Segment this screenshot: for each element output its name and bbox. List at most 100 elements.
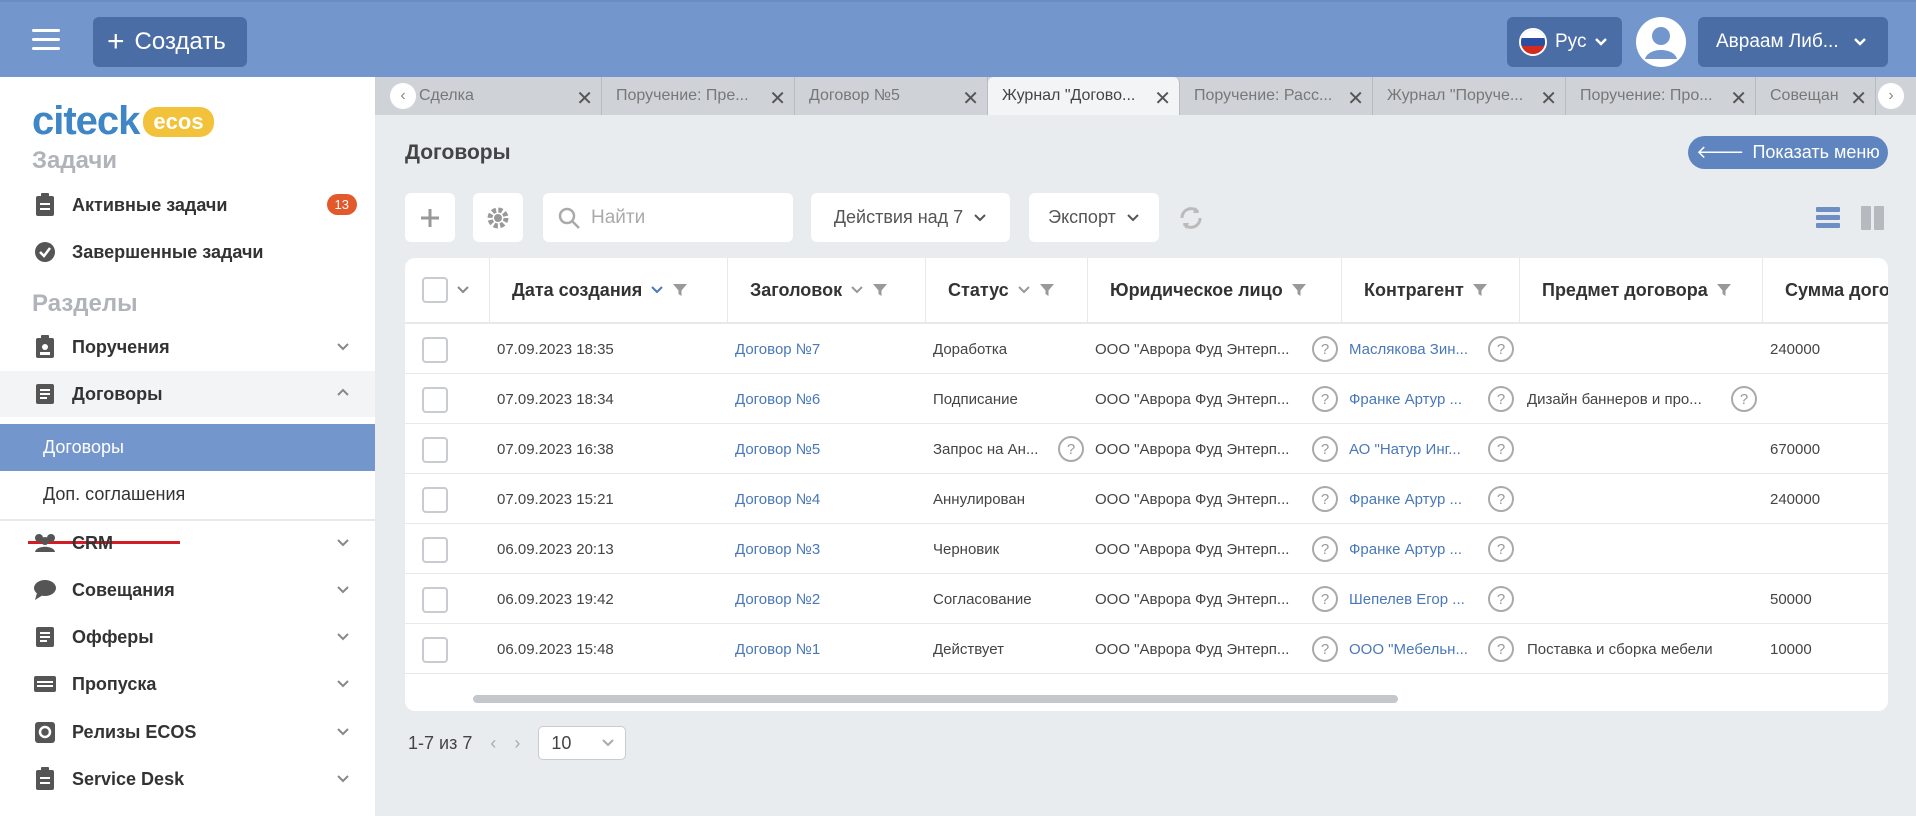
sidebar-item-meetings[interactable]: Совещания: [0, 567, 375, 613]
cell-counterparty[interactable]: АО "Натур Инг...: [1349, 424, 1474, 474]
chevron-left-icon[interactable]: ‹: [490, 733, 496, 754]
settings-button[interactable]: [473, 193, 523, 242]
sidebar-item-done-tasks[interactable]: Завершенные задачи: [0, 229, 375, 275]
cell-title[interactable]: Договор №6: [735, 374, 915, 424]
filter-icon[interactable]: [872, 282, 888, 298]
tab-contract-5[interactable]: Договор №5 ✕: [795, 77, 988, 115]
tabs-scroll-left[interactable]: ‹: [389, 83, 417, 109]
bulk-actions-dropdown[interactable]: Действия над 7: [811, 193, 1010, 242]
help-icon[interactable]: ?: [1731, 386, 1757, 412]
column-header-sum[interactable]: Сумма дого: [1763, 258, 1888, 322]
sidebar-item-service-desk[interactable]: Service Desk: [0, 756, 375, 802]
sidebar-item-active-tasks[interactable]: Активные задачи 13: [0, 182, 375, 228]
sidebar-item-assignments[interactable]: Поручения: [0, 324, 375, 370]
help-icon[interactable]: ?: [1312, 536, 1338, 562]
horizontal-scrollbar[interactable]: [473, 695, 1398, 703]
row-checkbox[interactable]: [422, 637, 448, 663]
row-checkbox[interactable]: [422, 437, 448, 463]
table-row[interactable]: 07.09.2023 18:34 Договор №6 Подписание ООО …: [405, 374, 1888, 424]
help-icon[interactable]: ?: [1488, 436, 1514, 462]
select-all-checkbox[interactable]: [422, 277, 448, 303]
hamburger-menu-icon[interactable]: [32, 29, 60, 53]
table-row[interactable]: 07.09.2023 15:21 Договор №4 Аннулирован ООО…: [405, 474, 1888, 524]
export-dropdown[interactable]: Экспорт: [1029, 193, 1159, 242]
sidebar-item-contracts[interactable]: Договоры: [0, 371, 375, 417]
cell-counterparty[interactable]: Франке Артур ...: [1349, 474, 1474, 524]
cell-counterparty[interactable]: Шепелев Егор ...: [1349, 574, 1474, 624]
chevron-right-icon[interactable]: ›: [514, 733, 520, 754]
search-field[interactable]: [543, 193, 793, 242]
sidebar-item-crm[interactable]: CRM: [0, 520, 375, 566]
create-button[interactable]: + Создать: [93, 17, 247, 67]
help-icon[interactable]: ?: [1312, 386, 1338, 412]
column-header-legal-entity[interactable]: Юридическое лицо: [1088, 258, 1342, 322]
avatar[interactable]: [1636, 17, 1686, 67]
sidebar-item-releases[interactable]: Релизы ECOS: [0, 709, 375, 755]
split-view-icon[interactable]: [1860, 205, 1886, 236]
help-icon[interactable]: ?: [1488, 586, 1514, 612]
page-size-select[interactable]: 10: [538, 726, 627, 760]
help-icon[interactable]: ?: [1058, 436, 1084, 462]
filter-icon[interactable]: [672, 282, 688, 298]
sidebar-item-offers[interactable]: Офферы: [0, 614, 375, 660]
sidebar-subitem-contracts[interactable]: Договоры: [0, 424, 375, 471]
cell-counterparty[interactable]: Маслякова Зин...: [1349, 324, 1474, 374]
help-icon[interactable]: ?: [1312, 586, 1338, 612]
row-checkbox[interactable]: [422, 587, 448, 613]
close-icon[interactable]: ✕: [1347, 86, 1364, 111]
table-row[interactable]: 06.09.2023 19:42 Договор №2 Согласование ОО…: [405, 574, 1888, 624]
cell-title[interactable]: Договор №4: [735, 474, 915, 524]
tab-meeting[interactable]: Совещан ✕: [1756, 77, 1876, 115]
tab-deal[interactable]: Сделка ✕: [405, 77, 602, 115]
help-icon[interactable]: ?: [1312, 336, 1338, 362]
column-header-date[interactable]: Дата создания: [490, 258, 728, 322]
table-row[interactable]: 06.09.2023 15:48 Договор №1 Действует ООО "…: [405, 624, 1888, 674]
close-icon[interactable]: ✕: [1730, 86, 1747, 111]
table-row[interactable]: 07.09.2023 16:38 Договор №5 Запрос на Ан..…: [405, 424, 1888, 474]
help-icon[interactable]: ?: [1488, 386, 1514, 412]
tab-assignment-3[interactable]: Поручение: Про... ✕: [1566, 77, 1756, 115]
cell-counterparty[interactable]: Франке Артур ...: [1349, 524, 1474, 574]
filter-icon[interactable]: [1472, 282, 1488, 298]
close-icon[interactable]: ✕: [769, 86, 786, 111]
search-input[interactable]: [591, 206, 771, 229]
cell-counterparty[interactable]: Франке Артур ...: [1349, 374, 1474, 424]
tab-contracts-journal[interactable]: Журнал "Догово... ✕: [988, 77, 1180, 115]
filter-icon[interactable]: [1716, 282, 1732, 298]
language-selector[interactable]: Рус: [1507, 17, 1622, 67]
cell-title[interactable]: Договор №2: [735, 574, 915, 624]
sidebar-subitem-agreements[interactable]: Доп. соглашения: [0, 471, 375, 518]
row-checkbox[interactable]: [422, 537, 448, 563]
help-icon[interactable]: ?: [1312, 486, 1338, 512]
cell-counterparty[interactable]: ООО "Мебельн...: [1349, 624, 1474, 674]
table-row[interactable]: 06.09.2023 20:13 Договор №3 Черновик ООО "А…: [405, 524, 1888, 574]
table-row[interactable]: 07.09.2023 18:35 Договор №7 Доработка ООО "…: [405, 324, 1888, 374]
sidebar-item-passes[interactable]: Пропуска: [0, 661, 375, 707]
show-menu-button[interactable]: 🡐 Показать меню: [1688, 136, 1888, 169]
close-icon[interactable]: ✕: [1540, 86, 1557, 111]
help-icon[interactable]: ?: [1312, 636, 1338, 662]
close-icon[interactable]: ✕: [1154, 86, 1171, 111]
column-header-counterparty[interactable]: Контрагент: [1342, 258, 1520, 322]
tabs-scroll-right[interactable]: ›: [1876, 83, 1906, 109]
column-header-subject[interactable]: Предмет договора: [1520, 258, 1763, 322]
row-checkbox[interactable]: [422, 387, 448, 413]
column-header-title[interactable]: Заголовок: [728, 258, 926, 322]
help-icon[interactable]: ?: [1488, 486, 1514, 512]
help-icon[interactable]: ?: [1488, 336, 1514, 362]
tab-assignments-journal[interactable]: Журнал "Поруче... ✕: [1373, 77, 1566, 115]
close-icon[interactable]: ✕: [576, 86, 593, 111]
help-icon[interactable]: ?: [1312, 436, 1338, 462]
close-icon[interactable]: ✕: [962, 86, 979, 111]
help-icon[interactable]: ?: [1488, 536, 1514, 562]
list-view-icon[interactable]: [1815, 205, 1841, 236]
column-header-status[interactable]: Статус: [926, 258, 1088, 322]
row-checkbox[interactable]: [422, 487, 448, 513]
close-icon[interactable]: ✕: [1850, 86, 1867, 111]
cell-title[interactable]: Договор №7: [735, 324, 915, 374]
tab-assignment-1[interactable]: Поручение: Пре... ✕: [602, 77, 795, 115]
add-record-button[interactable]: [405, 193, 455, 242]
chevron-down-icon[interactable]: [456, 285, 470, 295]
filter-icon[interactable]: [1039, 282, 1055, 298]
cell-title[interactable]: Договор №3: [735, 524, 915, 574]
